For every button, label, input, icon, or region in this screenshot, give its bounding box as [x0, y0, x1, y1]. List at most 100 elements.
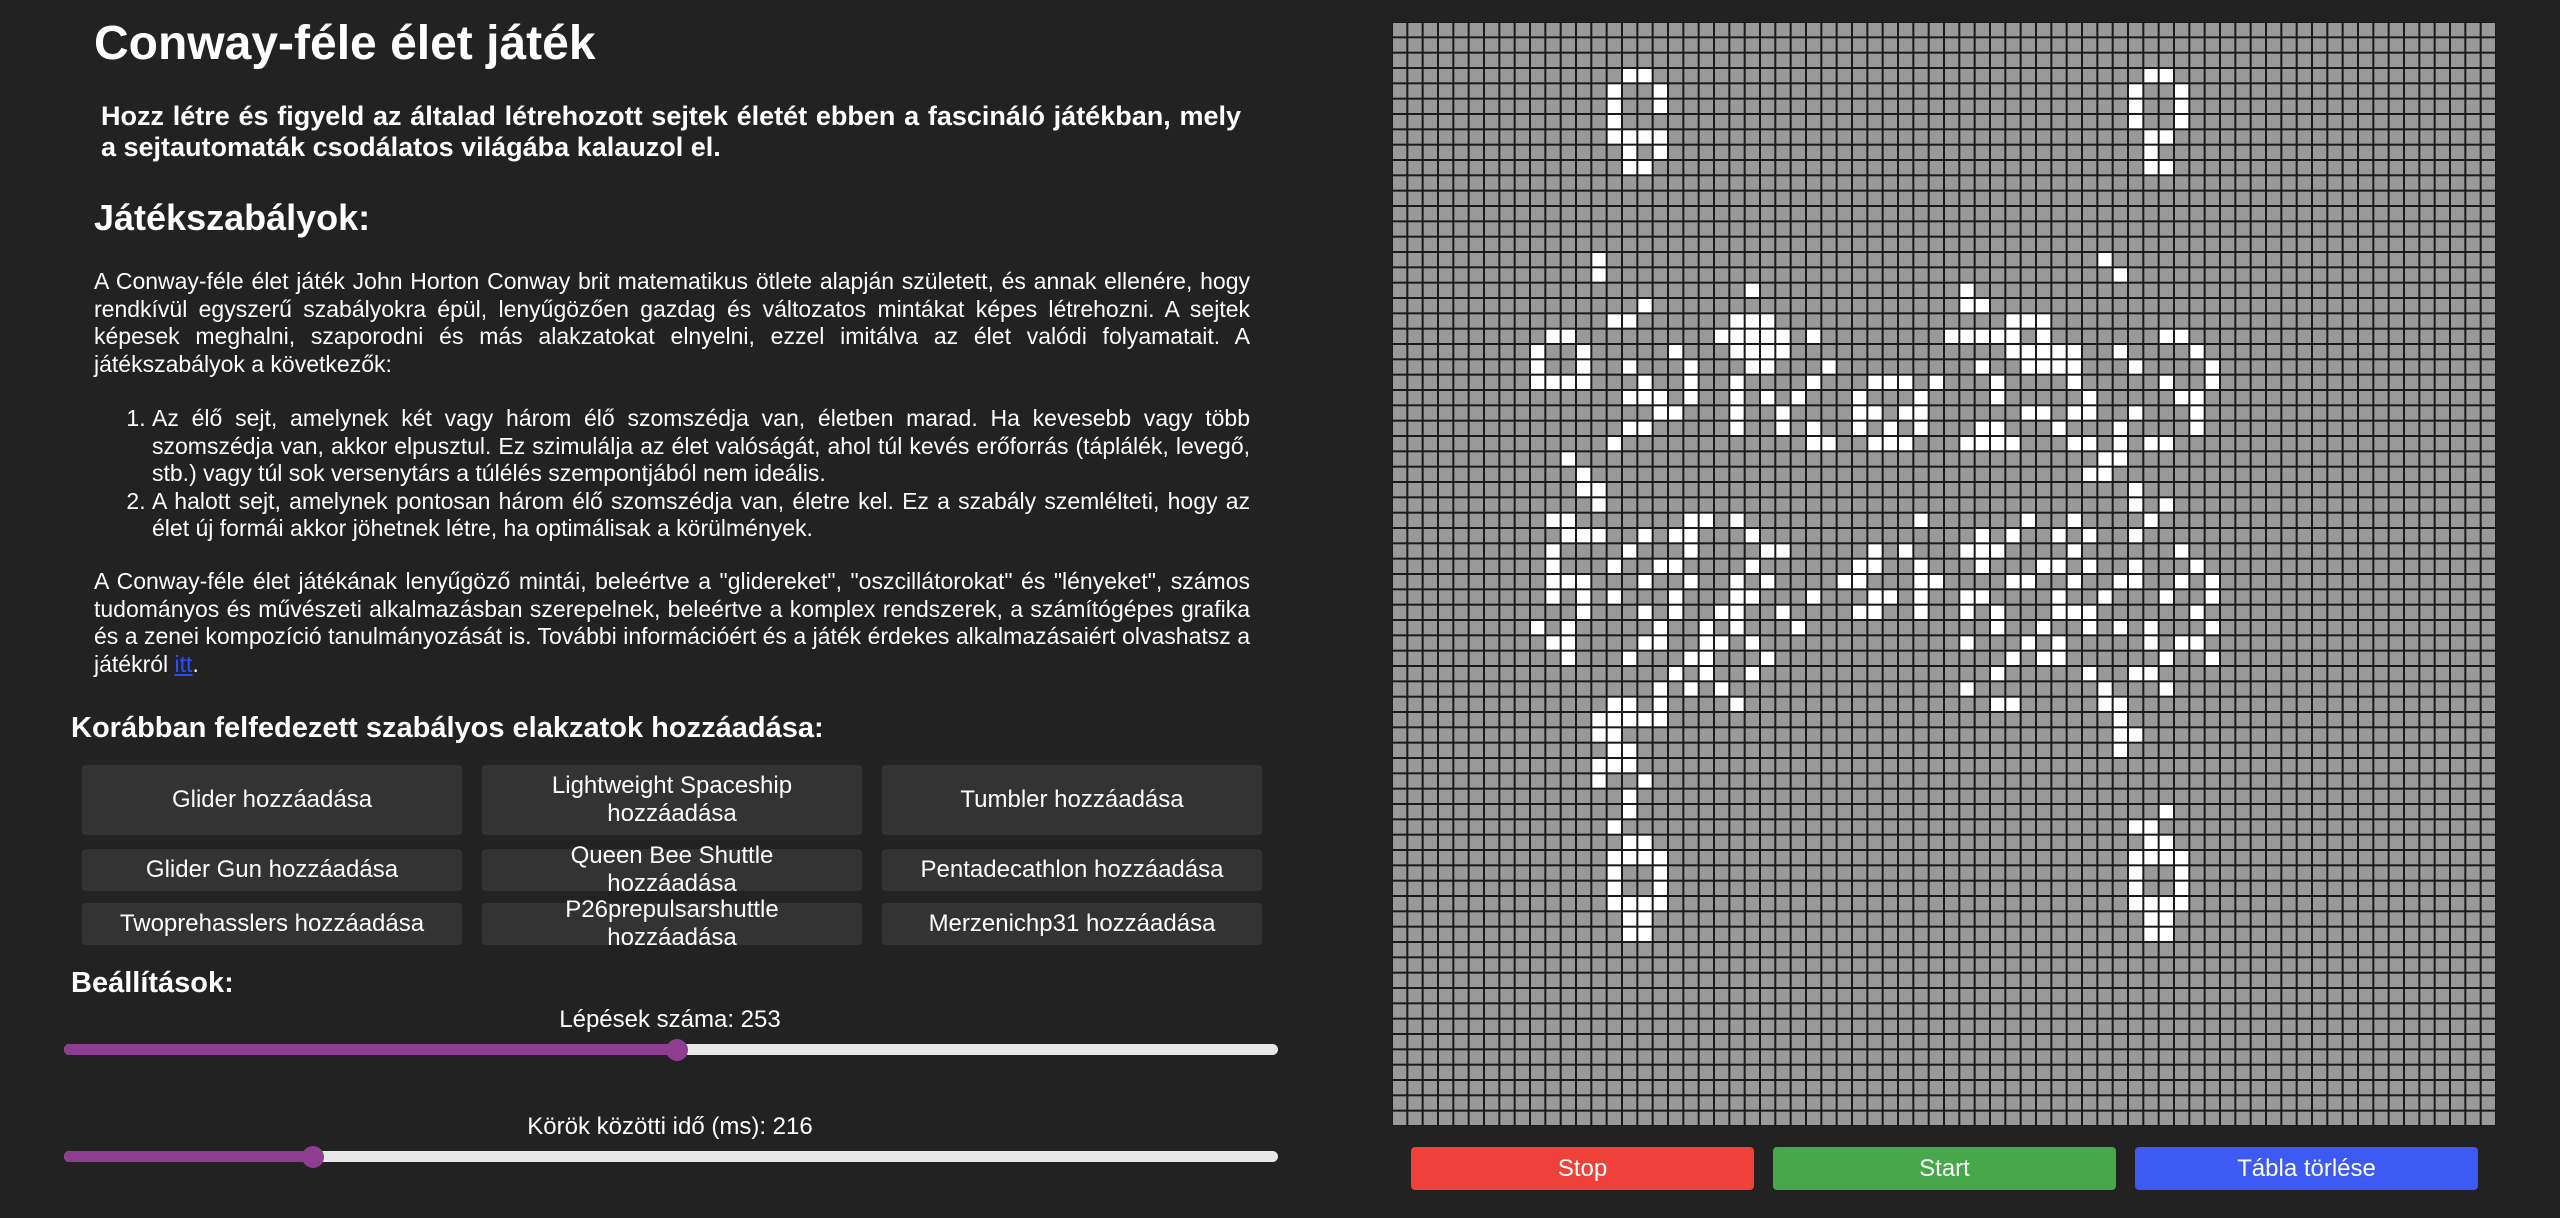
cell[interactable] — [1745, 943, 1759, 957]
cell[interactable] — [2343, 575, 2357, 589]
cell[interactable] — [1485, 314, 1499, 328]
cell[interactable] — [1515, 498, 1529, 512]
cell[interactable] — [2113, 99, 2127, 113]
cell[interactable] — [1623, 636, 1637, 650]
cell[interactable] — [1914, 53, 1928, 67]
cell-alive[interactable] — [2037, 329, 2051, 343]
cell[interactable] — [1899, 697, 1913, 711]
cell[interactable] — [2282, 866, 2296, 880]
cell[interactable] — [2251, 805, 2265, 819]
cell[interactable] — [2282, 452, 2296, 466]
cell[interactable] — [1761, 1019, 1775, 1033]
cell[interactable] — [2466, 391, 2480, 405]
cell[interactable] — [1868, 866, 1882, 880]
cell[interactable] — [2343, 283, 2357, 297]
cell[interactable] — [1653, 651, 1667, 665]
cell[interactable] — [2052, 1065, 2066, 1079]
cell[interactable] — [1914, 835, 1928, 849]
cell[interactable] — [1423, 943, 1437, 957]
cell[interactable] — [1807, 973, 1821, 987]
cell[interactable] — [2359, 1035, 2373, 1049]
cell[interactable] — [1684, 191, 1698, 205]
cell[interactable] — [2420, 176, 2434, 190]
cell[interactable] — [1423, 605, 1437, 619]
cell-alive[interactable] — [1638, 605, 1652, 619]
cell[interactable] — [1500, 38, 1514, 52]
cell[interactable] — [1592, 927, 1606, 941]
cell-alive[interactable] — [2190, 605, 2204, 619]
cell[interactable] — [1822, 283, 1836, 297]
cell[interactable] — [2006, 1019, 2020, 1033]
cell[interactable] — [2420, 452, 2434, 466]
cell[interactable] — [1408, 115, 1422, 129]
cell[interactable] — [2405, 728, 2419, 742]
cell[interactable] — [2389, 789, 2403, 803]
cell[interactable] — [1960, 559, 1974, 573]
cell[interactable] — [1960, 989, 1974, 1003]
cell[interactable] — [1423, 391, 1437, 405]
cell[interactable] — [1454, 145, 1468, 159]
cell[interactable] — [1393, 728, 1407, 742]
cell[interactable] — [1439, 529, 1453, 543]
cell[interactable] — [1531, 774, 1545, 788]
cell[interactable] — [1715, 467, 1729, 481]
cell[interactable] — [2343, 544, 2357, 558]
cell[interactable] — [2374, 544, 2388, 558]
cell[interactable] — [2435, 391, 2449, 405]
cell[interactable] — [1868, 667, 1882, 681]
cell[interactable] — [1868, 329, 1882, 343]
cell[interactable] — [1454, 115, 1468, 129]
cell[interactable] — [1761, 283, 1775, 297]
cell[interactable] — [1975, 176, 1989, 190]
cell[interactable] — [1868, 84, 1882, 98]
cell[interactable] — [1439, 483, 1453, 497]
cell[interactable] — [1730, 283, 1744, 297]
cell[interactable] — [2113, 958, 2127, 972]
cell[interactable] — [1454, 314, 1468, 328]
cell[interactable] — [2389, 636, 2403, 650]
cell[interactable] — [1853, 268, 1867, 282]
cell[interactable] — [1546, 253, 1560, 267]
cell-alive[interactable] — [2129, 820, 2143, 834]
cell[interactable] — [1883, 38, 1897, 52]
cell[interactable] — [1975, 682, 1989, 696]
cell[interactable] — [1807, 943, 1821, 957]
cell[interactable] — [2083, 421, 2097, 435]
cell[interactable] — [1883, 69, 1897, 83]
cell[interactable] — [1577, 207, 1591, 221]
cell-alive[interactable] — [1914, 406, 1928, 420]
cell[interactable] — [1469, 651, 1483, 665]
cell[interactable] — [2006, 38, 2020, 52]
cell[interactable] — [1914, 84, 1928, 98]
cell[interactable] — [1669, 943, 1683, 957]
cell[interactable] — [2359, 713, 2373, 727]
cell[interactable] — [2205, 161, 2219, 175]
cell[interactable] — [1638, 621, 1652, 635]
cell[interactable] — [1914, 881, 1928, 895]
cell[interactable] — [1715, 789, 1729, 803]
cell[interactable] — [1776, 467, 1790, 481]
cell[interactable] — [2037, 774, 2051, 788]
cell[interactable] — [1975, 897, 1989, 911]
cell[interactable] — [2251, 621, 2265, 635]
cell[interactable] — [2389, 176, 2403, 190]
cell[interactable] — [1669, 314, 1683, 328]
cell[interactable] — [1945, 759, 1959, 773]
cell[interactable] — [1669, 38, 1683, 52]
cell[interactable] — [1592, 851, 1606, 865]
cell[interactable] — [1745, 452, 1759, 466]
cell[interactable] — [1914, 636, 1928, 650]
cell[interactable] — [2328, 191, 2342, 205]
cell[interactable] — [1546, 437, 1560, 451]
cell[interactable] — [2343, 375, 2357, 389]
cell[interactable] — [1607, 483, 1621, 497]
cell[interactable] — [1669, 498, 1683, 512]
cell[interactable] — [2481, 23, 2495, 37]
cell[interactable] — [1684, 851, 1698, 865]
cell[interactable] — [1469, 529, 1483, 543]
cell-alive[interactable] — [2037, 406, 2051, 420]
cell[interactable] — [2037, 851, 2051, 865]
cell[interactable] — [2374, 222, 2388, 236]
cell[interactable] — [2405, 1019, 2419, 1033]
cell-grid[interactable] — [1392, 22, 2496, 1126]
